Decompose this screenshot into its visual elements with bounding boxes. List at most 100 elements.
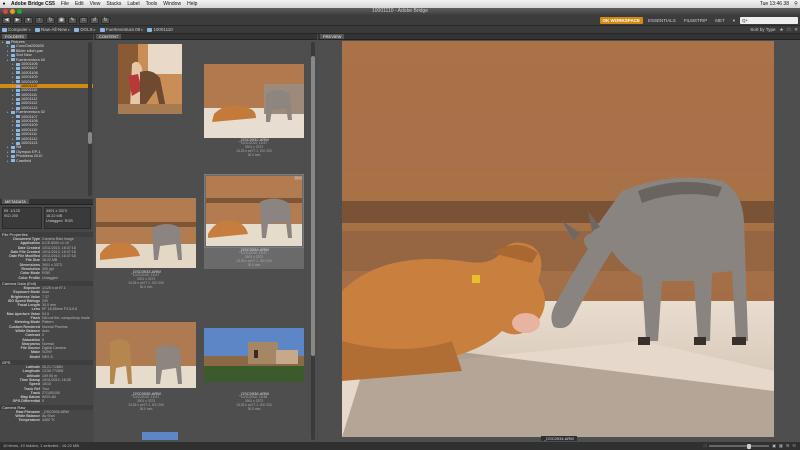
thumbnail-item[interactable]: _DSC0935.ARW 10/11/2010, 16:37 3901 x 33… bbox=[96, 318, 196, 411]
search-input[interactable]: Q+ bbox=[740, 16, 798, 24]
thumbnail-item[interactable] bbox=[100, 42, 200, 116]
preview-tab[interactable]: PREVIEW bbox=[318, 34, 800, 40]
folder-tree-item[interactable]: ▸ Cranfield bbox=[0, 159, 93, 163]
status-text: 10 items, 10 hidden, 1 selected - 16.22 … bbox=[3, 443, 80, 448]
menu-tools[interactable]: Tools bbox=[143, 1, 161, 7]
camera-icon[interactable]: ▣ bbox=[57, 16, 66, 24]
zoom-in-icon[interactable]: ▣ bbox=[772, 442, 776, 450]
folder-icon bbox=[16, 88, 20, 92]
window-title: 10001110 - Adobe Bridge bbox=[372, 8, 428, 14]
window-titlebar: 10001110 - Adobe Bridge bbox=[0, 8, 800, 15]
toolbar: ◀ ▶ ▾ ↑ ↻ ▣ ✎ □ ↺ ↻ OK WORKSPACE ESSENTI… bbox=[0, 15, 800, 26]
disclosure-icon[interactable]: ▸ bbox=[7, 159, 10, 163]
folder-icon bbox=[11, 49, 15, 53]
disclosure-icon[interactable]: ▸ bbox=[12, 106, 15, 110]
workspace-metadata[interactable]: MET bbox=[712, 17, 728, 24]
metadata-value: 4400 °K bbox=[42, 418, 55, 423]
folder-icon bbox=[16, 106, 20, 110]
menubar-clock[interactable]: Tue 13:46 38 bbox=[757, 1, 792, 7]
folder-icon bbox=[11, 45, 15, 49]
refine-icon[interactable]: ✎ bbox=[68, 16, 77, 24]
crumb-computer[interactable]: Computer ▸ bbox=[2, 27, 31, 33]
folder-icon bbox=[11, 150, 15, 154]
file-box: 3901 x 3373 18.22 MB Untagged RGB bbox=[44, 207, 91, 229]
filter-icon[interactable]: ★ bbox=[779, 27, 783, 33]
forward-icon[interactable]: ▶ bbox=[13, 16, 22, 24]
metadata-value: 0 bbox=[42, 399, 44, 404]
rotate-left-icon[interactable]: ↺ bbox=[90, 16, 99, 24]
list-view-icon[interactable]: ☷ bbox=[792, 442, 796, 450]
thumbnail-image bbox=[96, 322, 196, 388]
folder-icon bbox=[35, 27, 41, 32]
thumbnail-image bbox=[96, 198, 196, 268]
thumbnail-item[interactable]: _DSC0936.ARW 10/11/2010, 16:38 3901 x 33… bbox=[204, 318, 304, 411]
preview-panel: PREVIEW _DSC0934.ARW bbox=[318, 34, 800, 442]
content-scrollbar[interactable] bbox=[311, 42, 315, 440]
apple-menu-icon[interactable]: ● bbox=[0, 1, 8, 7]
workspace-ok[interactable]: OK WORKSPACE bbox=[599, 16, 643, 24]
menu-app[interactable]: Adobe Bridge CS5 bbox=[8, 1, 58, 7]
workspace-menu-icon[interactable]: ▾ bbox=[730, 17, 738, 24]
metadata-value: NEX-5 bbox=[42, 354, 53, 359]
minimize-icon[interactable] bbox=[10, 9, 15, 14]
zoom-out-icon[interactable]: □ bbox=[704, 442, 706, 450]
workspace-essentials[interactable]: ESSENTIALS bbox=[645, 17, 679, 24]
computer-icon bbox=[2, 27, 7, 32]
spotlight-icon[interactable]: ⚲ bbox=[792, 1, 800, 7]
thumbnail-image bbox=[204, 328, 304, 382]
folder-icon bbox=[16, 115, 20, 119]
thumbnail-item[interactable]: _DSC0932.ARW 10/11/2010, 16:37 3901 x 33… bbox=[204, 64, 304, 157]
folder-icon bbox=[147, 27, 153, 32]
disclosure-icon[interactable]: ▸ bbox=[7, 58, 10, 62]
new-folder-icon[interactable]: □ bbox=[788, 27, 791, 33]
thumbnail-item[interactable]: _DSC0933.ARW 10/11/2010, 16:37 3901 x 33… bbox=[96, 196, 196, 289]
metadata-value: Untagged bbox=[42, 275, 58, 280]
menu-window[interactable]: Window bbox=[160, 1, 184, 7]
folder-icon bbox=[11, 146, 15, 150]
rotate-right-icon[interactable]: ↻ bbox=[101, 16, 110, 24]
metadata-row: Temperature 4400 °K bbox=[0, 418, 93, 422]
menu-bar: ● Adobe Bridge CS5 File Edit View Stacks… bbox=[0, 0, 800, 8]
thumbnail-badge-icon[interactable]: ▤▤ bbox=[294, 175, 302, 180]
crumb-fuerteventura[interactable]: Fuerteventura 08 ▸ bbox=[99, 27, 143, 33]
close-icon[interactable] bbox=[3, 9, 8, 14]
content-tab[interactable]: CONTENT bbox=[94, 34, 317, 40]
open-icon[interactable]: □ bbox=[79, 16, 88, 24]
detail-view-icon[interactable]: ☰ bbox=[786, 442, 790, 450]
up-icon[interactable]: ↑ bbox=[35, 16, 44, 24]
menu-help[interactable]: Help bbox=[184, 1, 200, 7]
metadata-row: Color Profile Untagged bbox=[0, 276, 93, 280]
preview-image[interactable] bbox=[342, 41, 774, 437]
zoom-icon[interactable] bbox=[17, 9, 22, 14]
folder-icon bbox=[11, 110, 15, 114]
back-icon[interactable]: ◀ bbox=[2, 16, 11, 24]
folder-icon bbox=[11, 154, 15, 158]
menu-label[interactable]: Label bbox=[124, 1, 142, 7]
sort-menu[interactable]: Sort by Type bbox=[750, 27, 775, 33]
thumbnail-image bbox=[204, 64, 304, 138]
crumb-current[interactable]: 10001110 bbox=[147, 27, 173, 32]
boomerang-icon[interactable]: ↻ bbox=[46, 16, 55, 24]
folder-icon bbox=[11, 159, 15, 163]
disclosure-icon[interactable]: ▸ bbox=[2, 40, 5, 44]
crumb-raw[interactable]: Raw-All-New ▸ bbox=[35, 27, 70, 33]
grid-view-icon[interactable]: ▦ bbox=[779, 442, 783, 450]
menu-stacks[interactable]: Stacks bbox=[103, 1, 124, 7]
workspace-filmstrip[interactable]: FILMSTRIP bbox=[681, 17, 711, 24]
disclosure-icon[interactable]: ▸ bbox=[7, 110, 10, 114]
menu-file[interactable]: File bbox=[58, 1, 72, 7]
disclosure-icon[interactable]: ▸ bbox=[12, 141, 15, 145]
folder-icon bbox=[99, 27, 105, 32]
metadata-placard: f/5 1/125 ISO 200 3901 x 3373 18.22 MB U… bbox=[0, 205, 93, 231]
recent-icon[interactable]: ▾ bbox=[24, 16, 33, 24]
thumbnail-partial[interactable] bbox=[142, 432, 178, 440]
thumbnail-item-selected[interactable]: ▤▤ _DSC0934.ARW 10/11/2010, 16:37 3901 x… bbox=[204, 174, 304, 270]
menu-edit[interactable]: Edit bbox=[72, 1, 87, 7]
thumbnail-size-slider[interactable] bbox=[709, 443, 770, 449]
thumbnail-image bbox=[118, 44, 182, 114]
metadata-key: Model bbox=[29, 354, 40, 359]
menu-view[interactable]: View bbox=[87, 1, 104, 7]
folders-scrollbar[interactable] bbox=[88, 42, 92, 196]
delete-icon[interactable]: ✕ bbox=[794, 27, 798, 33]
crumb-dols[interactable]: DOLS ▸ bbox=[74, 27, 96, 33]
